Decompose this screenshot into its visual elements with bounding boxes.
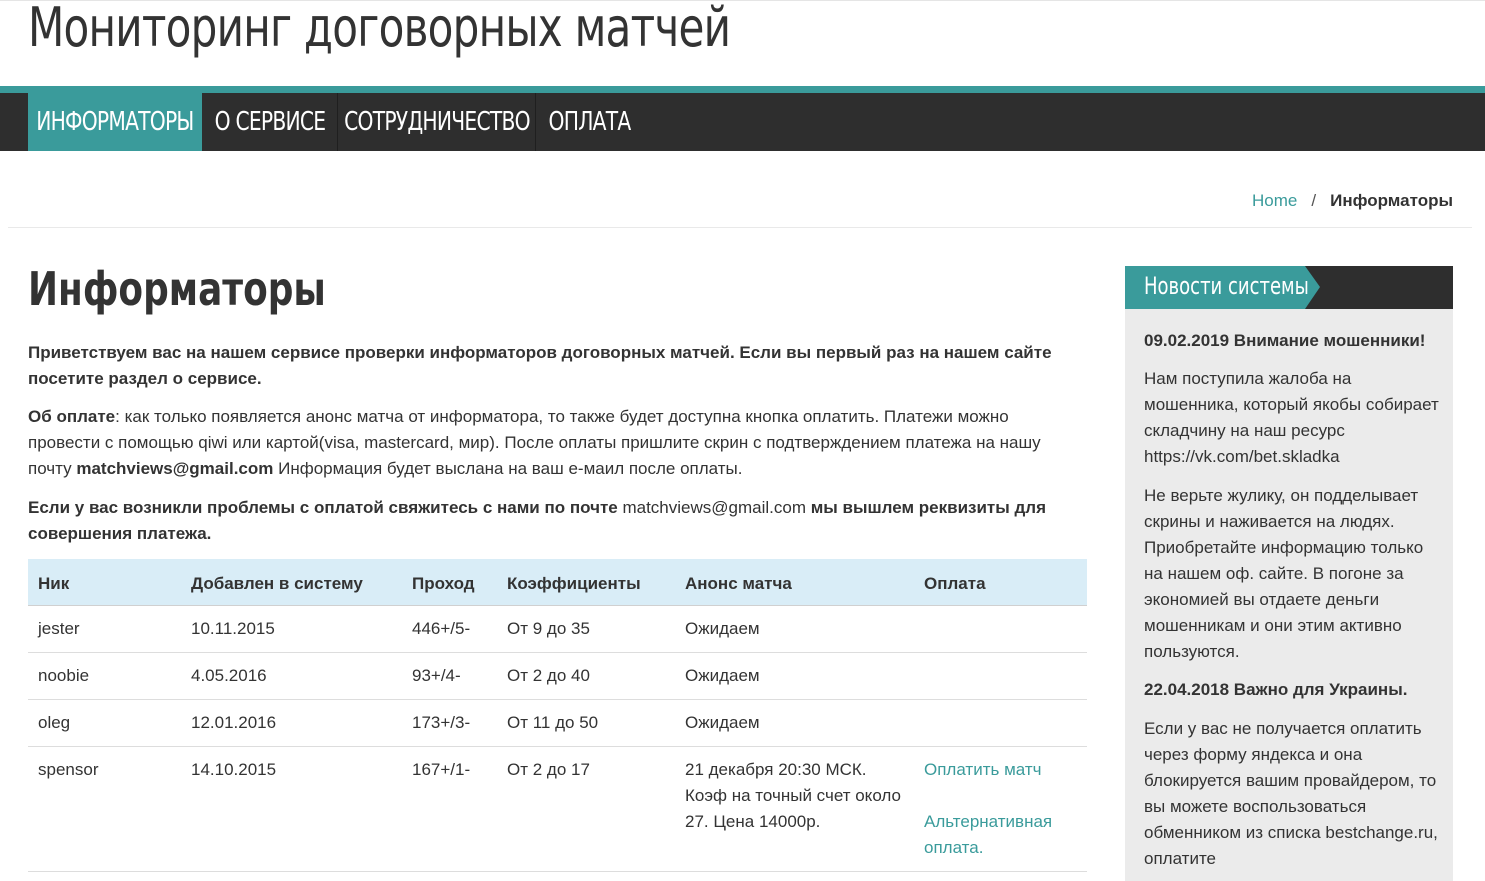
breadcrumb-divider	[8, 227, 1472, 228]
table-row: spensor 14.10.2015 167+/1- От 2 до 17 21…	[28, 747, 1087, 872]
cell-pass: 446+/5-	[412, 619, 471, 638]
news-sidebar: Новости системы 09.02.2019 Внимание моше…	[1125, 266, 1453, 881]
cell-nick: jester	[38, 619, 80, 638]
cell-announce: Ожидаем	[685, 713, 760, 732]
nav-item-about[interactable]: О СЕРВИСЕ	[202, 93, 338, 151]
news-title: 22.04.2018 Важно для Украины.	[1144, 680, 1408, 699]
cell-announce: 21 декабря 20:30 МСК. Коэф на точный сче…	[685, 760, 901, 831]
header-coef: Коэффициенты	[507, 574, 641, 593]
table-row: jester 10.11.2015 446+/5- От 9 до 35 Ожи…	[28, 606, 1087, 653]
payment-email: matchviews@gmail.com	[76, 459, 274, 478]
nav-item-informators[interactable]: ИНФОРМАТОРЫ	[28, 93, 202, 151]
alt-payment-link[interactable]: Альтернативная оплата.	[924, 809, 1074, 861]
header-nick: Ник	[38, 574, 70, 593]
cell-coef: От 11 до 50	[507, 713, 599, 732]
sidebar-header: Новости системы	[1125, 266, 1453, 309]
cell-coef: От 2 до 40	[507, 666, 590, 685]
cell-pass: 173+/3-	[412, 713, 471, 732]
cell-coef: От 9 до 35	[507, 619, 590, 638]
cell-pass: 93+/4-	[412, 666, 461, 685]
cell-nick: spensor	[38, 760, 99, 779]
cell-coef: От 2 до 17	[507, 760, 590, 779]
page-title: Информаторы	[28, 262, 326, 316]
pay-match-link[interactable]: Оплатить матч	[924, 757, 1084, 783]
nav-item-cooperation[interactable]: СОТРУДНИЧЕСТВО	[338, 93, 536, 151]
payment-label: Об оплате	[28, 407, 116, 426]
cell-added: 10.11.2015	[191, 619, 275, 638]
header-announce: Анонс матча	[685, 574, 792, 593]
main-nav: ИНФОРМАТОРЫ О СЕРВИСЕ СОТРУДНИЧЕСТВО ОПЛ…	[0, 93, 1485, 151]
payment-info: Об оплате: как только появляется анонс м…	[28, 404, 1078, 482]
cell-added: 14.10.2015	[191, 760, 277, 779]
cell-added: 12.01.2016	[191, 713, 277, 732]
breadcrumb-current: Информаторы	[1330, 191, 1453, 210]
breadcrumb-home-link[interactable]: Home	[1252, 191, 1297, 210]
news-paragraph: Если у вас не получается оплатить через …	[1144, 719, 1438, 868]
problems-info: Если у вас возникли проблемы с оплатой с…	[28, 495, 1078, 547]
news-paragraph: Нам поступила жалоба на мошенника, котор…	[1144, 369, 1439, 466]
cell-added: 4.05.2016	[191, 666, 267, 685]
cell-nick: oleg	[38, 713, 71, 732]
cell-nick: noobie	[38, 666, 90, 685]
problems-email: matchviews@gmail.com	[622, 498, 806, 517]
cell-announce: Ожидаем	[685, 666, 760, 685]
informators-table: Ник Добавлен в систему Проход Коэффициен…	[28, 559, 1087, 872]
news-paragraph: Не верьте жулику, он подделывает скрины …	[1144, 486, 1424, 661]
header-pass: Проход	[412, 574, 475, 593]
header-pay: Оплата	[924, 574, 986, 593]
nav-item-payment[interactable]: ОПЛАТА	[536, 93, 644, 151]
cell-announce: Ожидаем	[685, 619, 760, 638]
accent-bar	[0, 86, 1485, 93]
breadcrumb: Home / Информаторы	[1252, 191, 1453, 211]
site-title: Мониторинг договорных матчей	[28, 0, 731, 59]
payment-after: Информация будет выслана на ваш е-маил п…	[273, 459, 743, 478]
table-row: oleg 12.01.2016 173+/3- От 11 до 50 Ожид…	[28, 700, 1087, 747]
table-row: noobie 4.05.2016 93+/4- От 2 до 40 Ожида…	[28, 653, 1087, 700]
breadcrumb-separator: /	[1311, 191, 1317, 210]
news-title: 09.02.2019 Внимание мошенники!	[1144, 331, 1426, 350]
header-added: Добавлен в систему	[191, 574, 363, 593]
intro-text: Приветствуем вас на нашем сервисе провер…	[28, 343, 1052, 388]
cell-pass: 167+/1-	[412, 760, 471, 779]
problems-before: Если у вас возникли проблемы с оплатой с…	[28, 498, 623, 517]
table-header: Ник Добавлен в систему Проход Коэффициен…	[28, 559, 1087, 606]
sidebar-title: Новости системы	[1144, 272, 1309, 300]
